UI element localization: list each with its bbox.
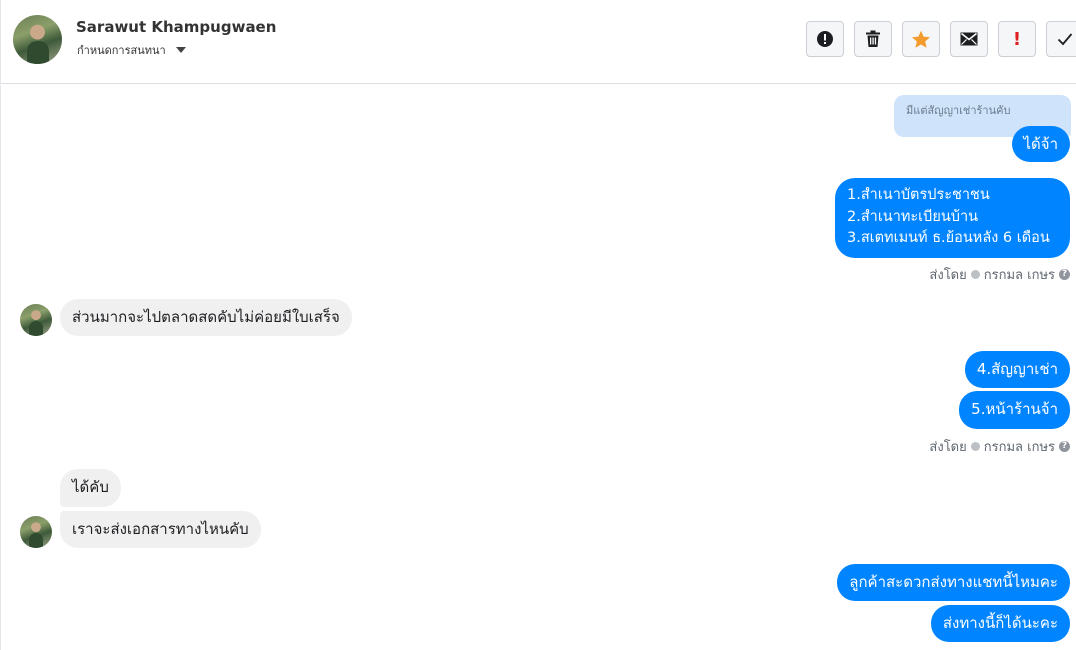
contact-avatar-small[interactable] (20, 516, 52, 548)
outgoing-message[interactable]: ได้จ้า (1011, 126, 1070, 162)
exclamation-circle-icon (817, 31, 833, 47)
contact-name[interactable]: Sarawut Khampugwaen (76, 18, 276, 36)
outgoing-message[interactable]: ลูกค้าสะดวกส่งทางแชทนี้ไหมคะ (837, 564, 1070, 601)
assign-label: กำหนดการสนทนา (77, 44, 166, 57)
incoming-message[interactable]: เราจะส่งเอกสารทางไหนคับ (60, 511, 261, 548)
mark-done-button[interactable] (1046, 21, 1076, 57)
outgoing-message[interactable]: ส่งทางนี้ก็ได้นะคะ (930, 605, 1070, 642)
envelope-icon (960, 32, 978, 46)
message-thread[interactable]: มีแต่สัญญาเช่าร้านคับ ได้จ้า 1.สำเนาบัตร… (0, 85, 1076, 650)
incoming-message[interactable]: ได้คับ (60, 469, 121, 507)
sent-by-prefix: ส่งโดย (929, 440, 967, 455)
sent-by-prefix: ส่งโดย (929, 268, 967, 283)
conversation-header: Sarawut Khampugwaen กำหนดการสนทนา ! (0, 0, 1076, 84)
sent-by-name[interactable]: กรกมล เกษร (984, 436, 1055, 457)
incoming-message[interactable]: ส่วนมากจะไปตลาดสดคับไม่ค่อยมีใบเสร็จ (60, 299, 352, 336)
spam-label: ! (1012, 28, 1022, 50)
help-icon[interactable]: ? (1059, 441, 1070, 452)
contact-avatar[interactable] (13, 15, 62, 64)
sent-check-icon (970, 270, 980, 279)
sent-by-name[interactable]: กรกมล เกษร (984, 264, 1055, 285)
spam-button[interactable]: ! (998, 21, 1036, 57)
mark-unread-button[interactable] (950, 21, 988, 57)
outgoing-message[interactable]: 1.สำเนาบัตรประชาชน 2.สำเนาทะเบียนบ้าน 3.… (835, 178, 1070, 258)
help-icon[interactable]: ? (1059, 269, 1070, 280)
caret-down-icon (175, 47, 186, 53)
sent-check-icon (970, 442, 980, 451)
assign-conversation-dropdown[interactable]: กำหนดการสนทนา (77, 41, 186, 59)
delete-button[interactable] (854, 21, 892, 57)
trash-icon (866, 30, 880, 47)
star-button[interactable] (902, 21, 940, 57)
report-button[interactable] (806, 21, 844, 57)
star-icon (912, 30, 930, 48)
sent-by-label: ส่งโดย กรกมล เกษร ? (929, 264, 1070, 285)
checkmark-icon (1057, 33, 1072, 46)
outgoing-message[interactable]: 5.หน้าร้านจ้า (959, 391, 1070, 429)
outgoing-message[interactable]: 4.สัญญาเช่า (964, 351, 1070, 388)
sent-by-label: ส่งโดย กรกมล เกษร ? (929, 436, 1070, 457)
contact-avatar-small[interactable] (20, 304, 52, 336)
